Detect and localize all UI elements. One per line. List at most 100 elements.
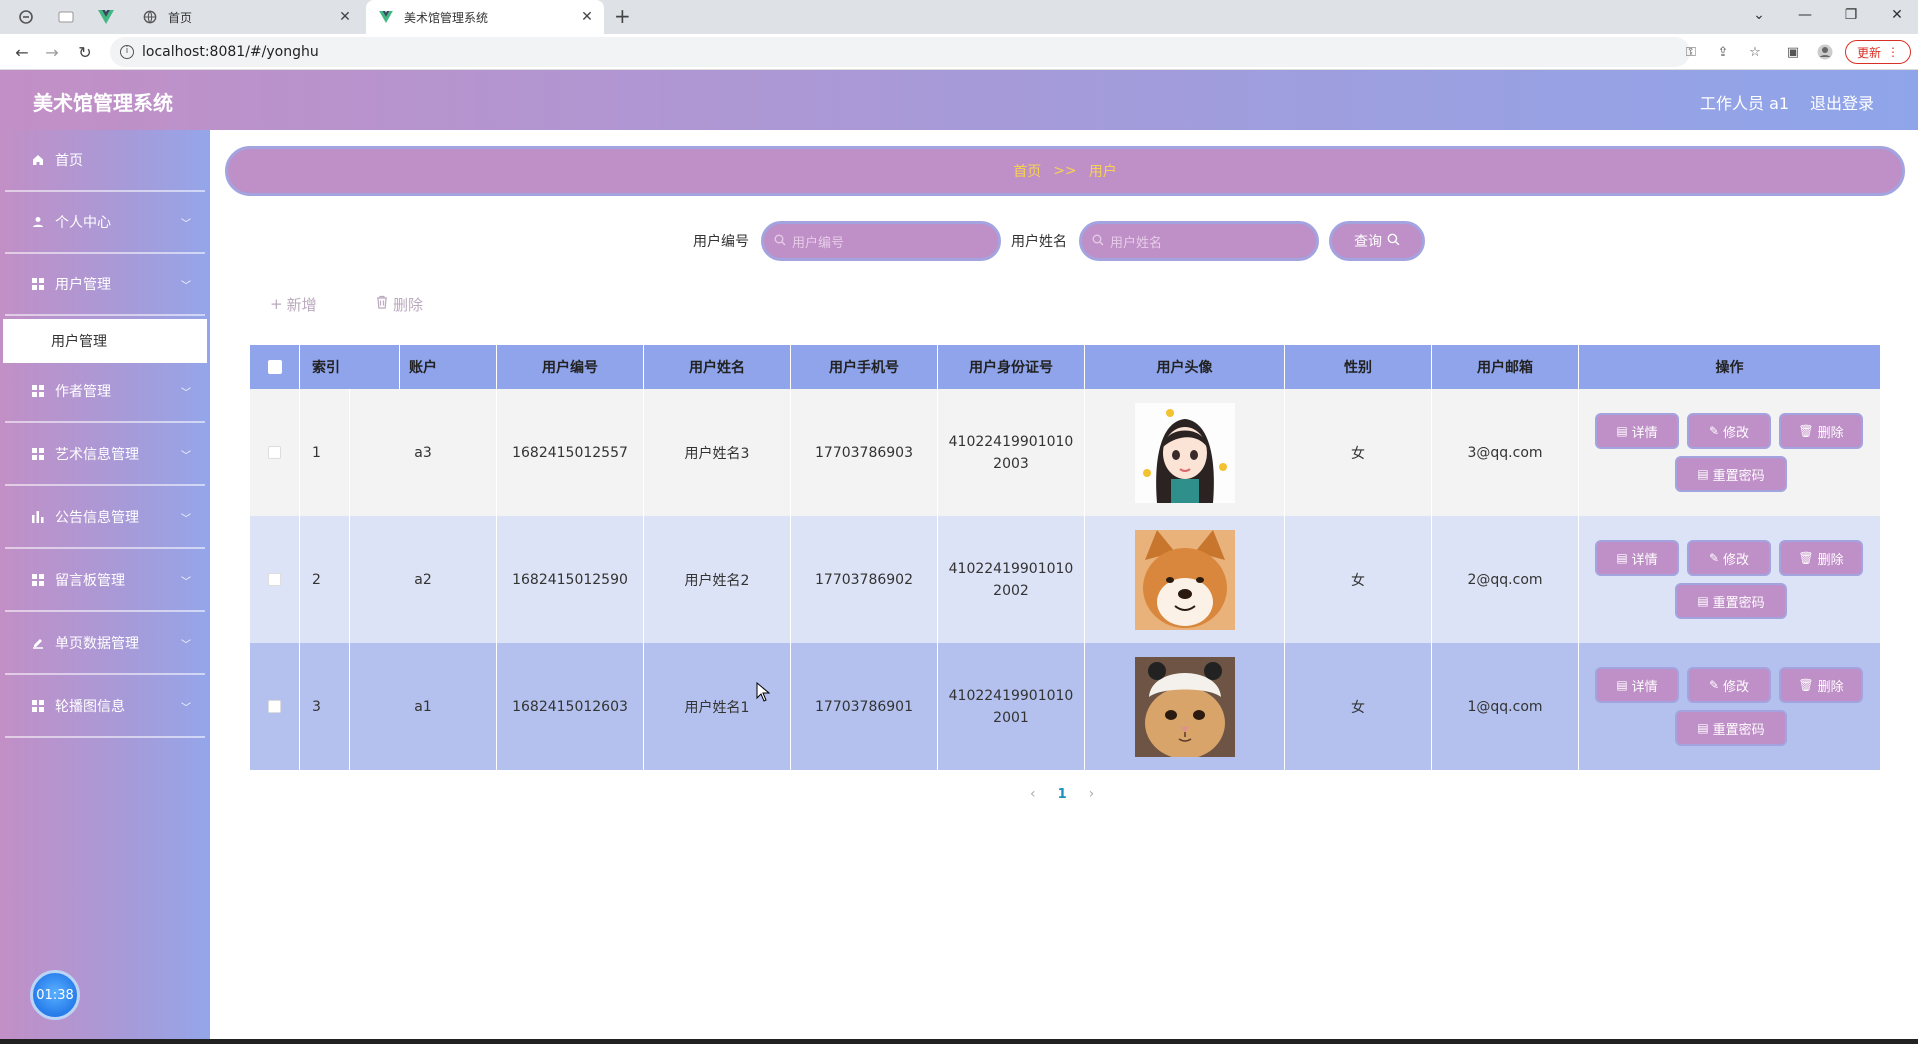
- edit-button[interactable]: ✎ 修改: [1687, 413, 1771, 449]
- share-icon[interactable]: ⇪: [1714, 43, 1732, 61]
- select-all-checkbox[interactable]: [267, 360, 282, 374]
- query-button[interactable]: 查询: [1329, 221, 1425, 261]
- batch-delete-button[interactable]: 删除: [375, 292, 423, 316]
- row-checkbox[interactable]: [268, 700, 281, 713]
- delete-label: 删除: [1817, 425, 1844, 441]
- vue-icon: [378, 9, 394, 25]
- sidebar-item-home[interactable]: 首页: [5, 130, 205, 192]
- grid-icon: [31, 384, 45, 398]
- close-tab-icon[interactable]: ✕: [576, 9, 598, 25]
- add-label: 新增: [286, 295, 317, 314]
- header-select-all[interactable]: [250, 345, 300, 389]
- breadcrumb-home[interactable]: 首页: [1013, 161, 1041, 181]
- table-row: 1 a3 1682415012557 用户姓名3 17703786903 410…: [250, 389, 1880, 516]
- profile-icon[interactable]: [1816, 43, 1834, 61]
- reset-password-button[interactable]: ▤ 重置密码: [1675, 710, 1787, 746]
- sidebar-item-carousel[interactable]: 轮播图信息 ﹀: [5, 676, 205, 738]
- page-number[interactable]: 1: [1058, 787, 1067, 802]
- cell-operations: ▤ 详情 ✎ 修改 🗑 删除 ▤ 重置密码: [1579, 516, 1880, 643]
- detail-button[interactable]: ▤ 详情: [1595, 540, 1679, 576]
- minimize-icon[interactable]: —: [1782, 0, 1828, 30]
- tab-art-gallery[interactable]: 美术馆管理系统 ✕: [366, 0, 604, 34]
- delete-button[interactable]: 🗑 删除: [1779, 413, 1863, 449]
- grid-icon: [31, 447, 45, 461]
- reset-password-button[interactable]: ▤ 重置密码: [1675, 456, 1787, 492]
- pinned-tab-vue-icon[interactable]: [96, 7, 116, 27]
- shiba-avatar[interactable]: [1134, 529, 1235, 630]
- tab-search-icon[interactable]: [16, 7, 36, 27]
- user-no-label: 用户编号: [693, 234, 749, 250]
- star-icon[interactable]: ☆: [1746, 43, 1764, 61]
- key-icon[interactable]: ⚿: [1682, 43, 1700, 61]
- close-tab-icon[interactable]: ✕: [334, 9, 356, 25]
- chevron-down-icon: ﹀: [181, 576, 191, 588]
- row-select[interactable]: [250, 516, 300, 643]
- next-page-icon[interactable]: ›: [1089, 786, 1095, 802]
- sidebar-item-single-page[interactable]: 单页数据管理 ﹀: [5, 613, 205, 675]
- back-icon[interactable]: ←: [12, 42, 32, 62]
- prev-page-icon[interactable]: ‹: [1030, 786, 1036, 802]
- table-row: 2 a2 1682415012590 用户姓名2 17703786902 410…: [250, 516, 1880, 643]
- user-no-input[interactable]: 用户编号: [761, 221, 1001, 261]
- cell-gender: 女: [1285, 389, 1432, 516]
- detail-label: 详情: [1631, 425, 1658, 441]
- new-tab-icon[interactable]: +: [614, 4, 631, 28]
- cat-avatar[interactable]: [1134, 656, 1235, 757]
- sidebar-item-art-info[interactable]: 艺术信息管理 ﹀: [5, 424, 205, 486]
- edit-button[interactable]: ✎ 修改: [1687, 667, 1771, 703]
- cell-gender: 女: [1285, 516, 1432, 643]
- cell-user-name: 用户姓名2: [644, 516, 791, 643]
- detail-button[interactable]: ▤ 详情: [1595, 667, 1679, 703]
- delete-button[interactable]: 🗑 删除: [1779, 540, 1863, 576]
- cell-gender: 女: [1285, 643, 1432, 770]
- reset-password-button[interactable]: ▤ 重置密码: [1675, 583, 1787, 619]
- cell-phone: 17703786902: [791, 516, 938, 643]
- chevron-down-icon: ﹀: [181, 218, 191, 230]
- header-user-no: 用户编号: [497, 345, 644, 389]
- restore-icon[interactable]: ❐: [1828, 0, 1874, 30]
- girl-avatar[interactable]: [1134, 402, 1235, 503]
- sidebar-item-user-management[interactable]: 用户管理 ﹀: [5, 254, 205, 316]
- home-icon: [31, 153, 45, 167]
- submenu-item-user-management[interactable]: 用户管理: [3, 319, 207, 363]
- detail-label: 详情: [1631, 552, 1658, 568]
- sidebar-item-label: 留言板管理: [55, 573, 125, 589]
- row-select[interactable]: [250, 389, 300, 516]
- update-button[interactable]: 更新 ⋮: [1845, 40, 1911, 64]
- close-window-icon[interactable]: ✕: [1874, 0, 1918, 30]
- pinned-tab-blank-icon[interactable]: [56, 7, 76, 27]
- row-checkbox[interactable]: [268, 573, 281, 586]
- sidebar-item-label: 用户管理: [55, 277, 111, 293]
- user-name-input[interactable]: 用户姓名: [1079, 221, 1319, 261]
- reset-password-label: 重置密码: [1712, 468, 1765, 484]
- update-label: 更新: [1856, 45, 1881, 60]
- reload-icon[interactable]: ↻: [75, 42, 95, 62]
- row-checkbox[interactable]: [268, 446, 281, 459]
- logout-link[interactable]: 退出登录: [1810, 90, 1874, 114]
- sidebar-item-author-management[interactable]: 作者管理 ﹀: [5, 361, 205, 423]
- sidebar-item-label: 轮播图信息: [55, 699, 125, 715]
- header-email: 用户邮箱: [1432, 345, 1579, 389]
- search-form: 用户编号 用户编号 用户姓名 用户姓名 查询: [693, 221, 1425, 261]
- detail-button[interactable]: ▤ 详情: [1595, 413, 1679, 449]
- address-bar[interactable]: i localhost:8081/#/yonghu: [110, 37, 1690, 67]
- delete-button[interactable]: 🗑 删除: [1779, 667, 1863, 703]
- sidebar-item-announcement[interactable]: 公告信息管理 ﹀: [5, 487, 205, 549]
- timer-badge[interactable]: 01:38: [30, 970, 80, 1020]
- document-icon: ▤: [1616, 551, 1628, 565]
- tab-search-dropdown-icon[interactable]: ⌄: [1736, 0, 1782, 30]
- browser-tab-bar: 首页 ✕ 美术馆管理系统 ✕ + ⌄ — ❐ ✕: [0, 0, 1918, 34]
- chevron-down-icon: ﹀: [181, 387, 191, 399]
- forward-icon[interactable]: →: [42, 42, 62, 62]
- chart-icon: [31, 510, 45, 524]
- tab-home[interactable]: 首页 ✕: [130, 0, 362, 34]
- site-info-icon[interactable]: i: [120, 45, 134, 59]
- row-select[interactable]: [250, 643, 300, 770]
- sidebar-item-profile[interactable]: 个人中心 ﹀: [5, 192, 205, 254]
- tab-title: 美术馆管理系统: [404, 10, 489, 25]
- sidebar-item-message-board[interactable]: 留言板管理 ﹀: [5, 550, 205, 612]
- side-panel-icon[interactable]: ▣: [1784, 43, 1802, 61]
- edit-button[interactable]: ✎ 修改: [1687, 540, 1771, 576]
- cell-user-no: 1682415012603: [497, 643, 644, 770]
- add-button[interactable]: + 新增: [270, 292, 317, 316]
